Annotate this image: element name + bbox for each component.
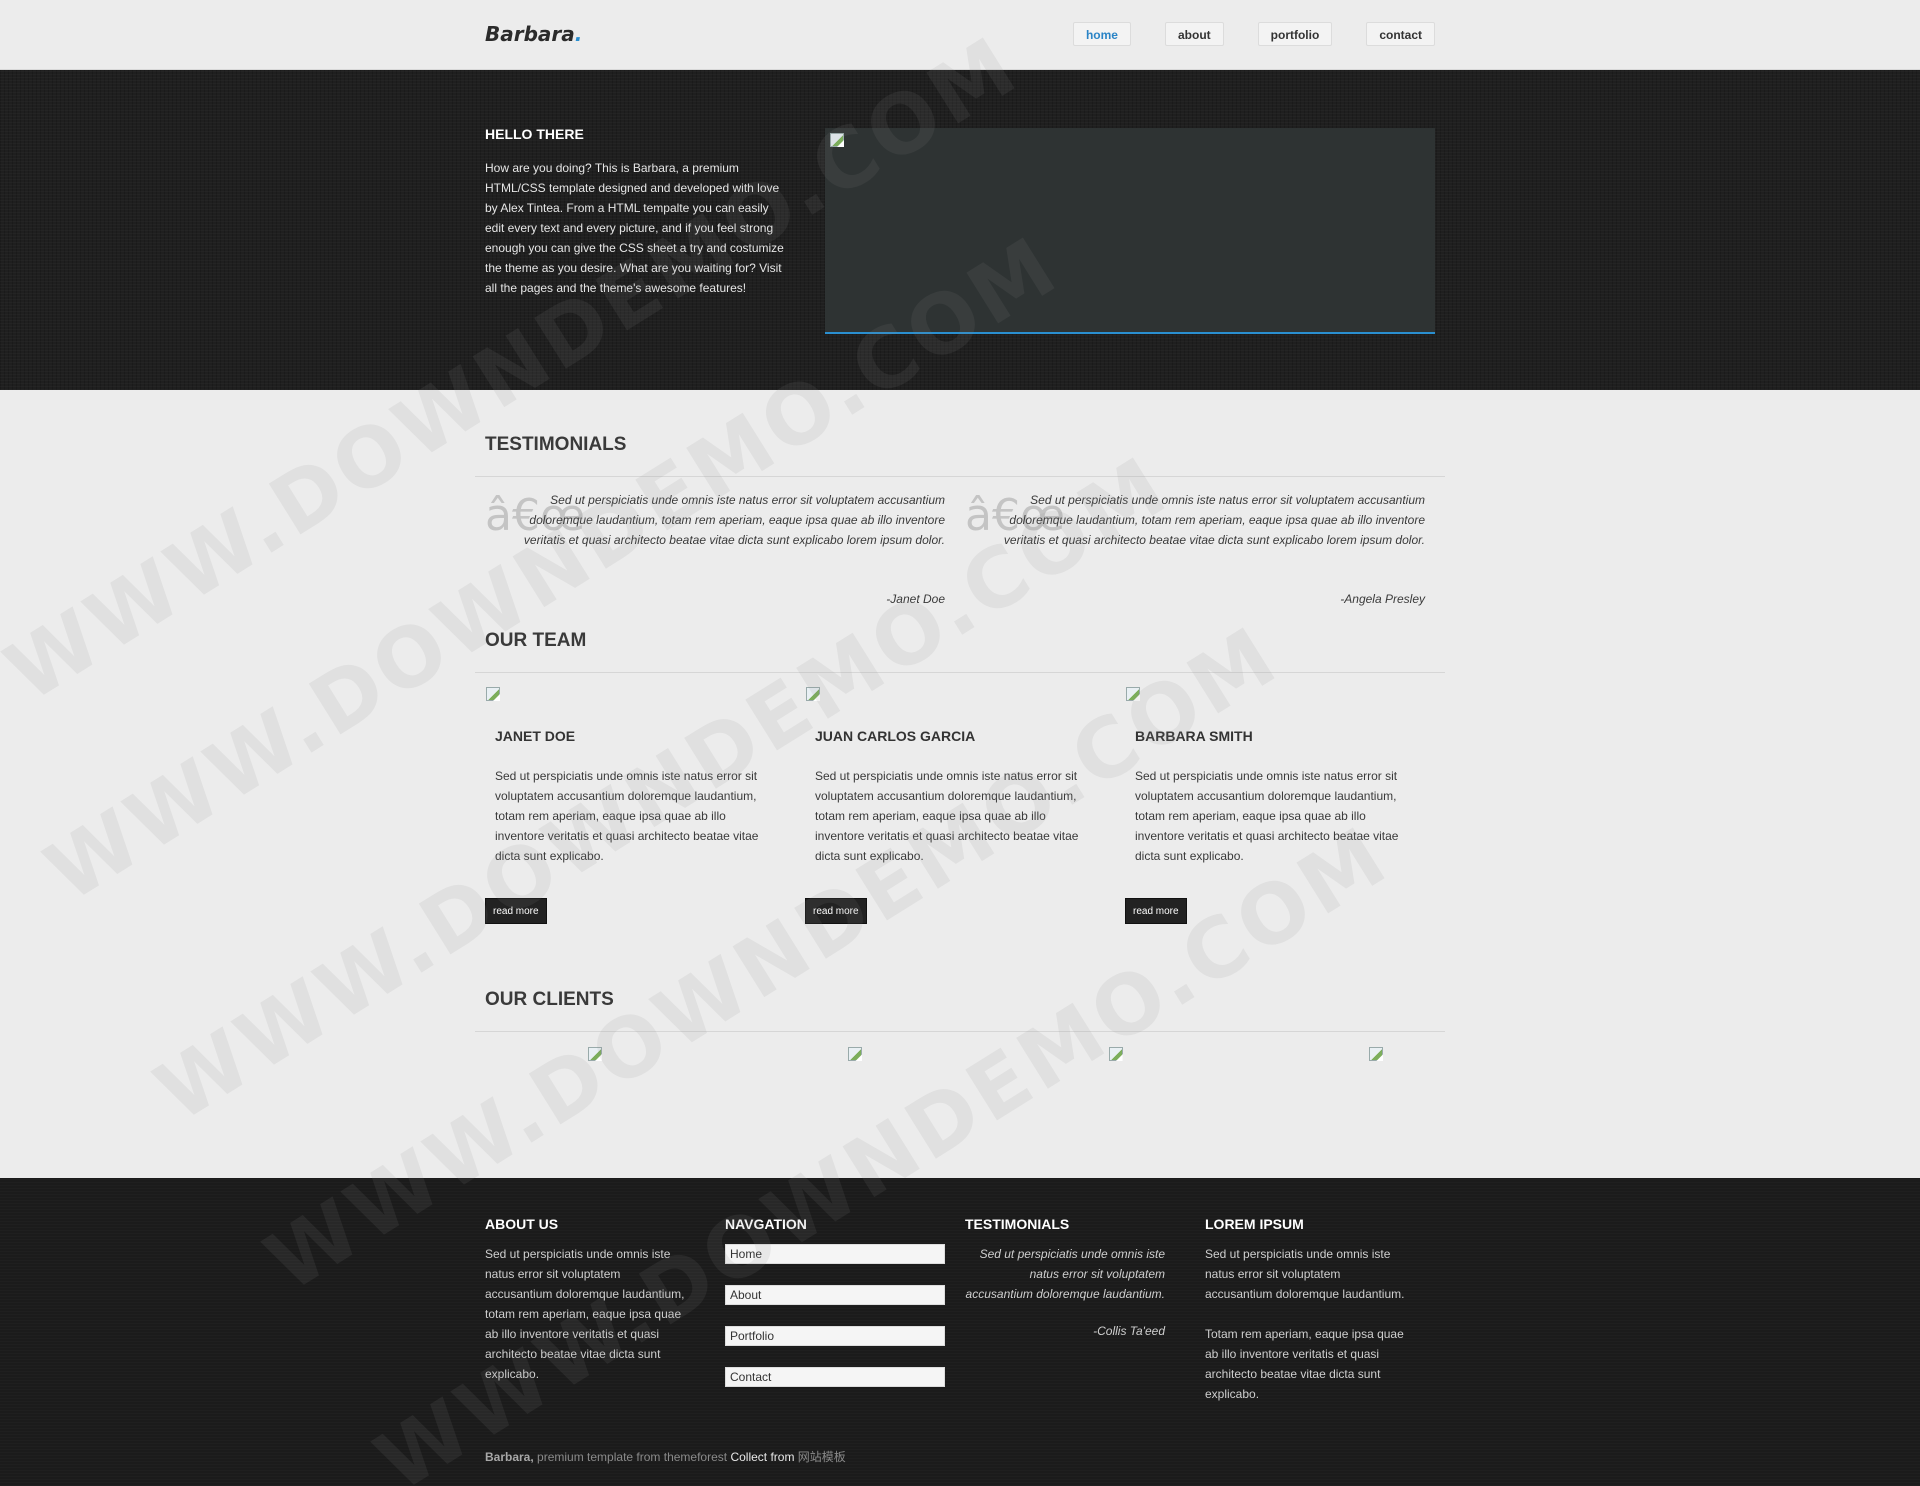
member-name: JUAN CARLOS GARCIA [815,728,976,744]
client-logo-icon[interactable] [1108,1046,1124,1062]
footer-lorem: LOREM IPSUM Sed ut perspiciatis unde omn… [1205,1216,1405,1404]
client-logo-icon[interactable] [587,1046,603,1062]
member-bio: Sed ut perspiciatis unde omnis iste natu… [495,769,759,863]
footer-testimonials: TESTIMONIALS Sed ut perspiciatis unde om… [965,1216,1165,1338]
member-photo-icon [485,686,501,702]
member-name: JANET DOE [495,728,576,744]
read-more-button[interactable]: read more [1125,898,1187,924]
testimonial-quote: Sed ut perspiciatis unde omnis iste natu… [1003,493,1425,547]
footer-link-home[interactable]: Home [725,1244,945,1264]
nav-contact[interactable]: contact [1366,22,1435,46]
hero-section: HELLO THERE How are you doing? This is B… [0,70,1920,390]
copyright-text: premium template from themeforest [533,1450,731,1464]
copyright-brand: Barbara, [485,1450,534,1464]
footer-nav-title: NAVGATION [725,1216,807,1232]
copyright: Barbara, premium template from themefore… [485,1448,846,1465]
testimonials-title: TESTIMONIALS [485,434,627,455]
footer-testimonial-author: -Collis Ta'eed [1093,1324,1165,1338]
footer-link-about[interactable]: About [725,1285,945,1305]
footer-testimonials-title: TESTIMONIALS [965,1216,1070,1232]
testimonial-author: -Janet Doe [886,592,945,606]
main-content: TESTIMONIALS â€œ Sed ut perspiciatis und… [475,390,1445,1178]
team-title: OUR TEAM [485,630,587,651]
main-nav: home about portfolio contact [1039,22,1435,46]
member-name: BARBARA SMITH [1135,728,1253,744]
clients-title: OUR CLIENTS [485,989,614,1010]
footer-link-contact[interactable]: Contact [725,1367,945,1387]
footer-about: ABOUT US Sed ut perspiciatis unde omnis … [485,1216,685,1384]
divider [475,476,1445,477]
read-more-button[interactable]: read more [485,898,547,924]
member-bio: Sed ut perspiciatis unde omnis iste natu… [815,769,1079,863]
footer-testimonial-quote: Sed ut perspiciatis unde omnis iste natu… [965,1247,1165,1301]
logo[interactable]: Barbara. [485,22,582,46]
footer-navigation: NAVGATION Home About Portfolio Contact [725,1216,945,1408]
member-photo-icon [1125,686,1141,702]
footer-lorem-text: Totam rem aperiam, eaque ipsa quae ab il… [1205,1327,1404,1401]
footer-lorem-text: Sed ut perspiciatis unde omnis iste natu… [1205,1247,1405,1301]
divider [475,1031,1445,1032]
nav-about[interactable]: about [1164,22,1224,46]
divider [475,672,1445,673]
site-link[interactable]: 网站模板 [794,1450,846,1464]
testimonial-quote: Sed ut perspiciatis unde omnis iste natu… [523,493,945,547]
nav-portfolio[interactable]: portfolio [1257,22,1333,46]
nav-home[interactable]: home [1072,22,1131,46]
footer-lorem-title: LOREM IPSUM [1205,1216,1304,1232]
broken-image-icon [829,132,845,148]
member-photo-icon [805,686,821,702]
collect-link[interactable]: Collect from [730,1450,794,1464]
client-logo-icon[interactable] [1368,1046,1384,1062]
client-logo-icon[interactable] [847,1046,863,1062]
hero-slider-image[interactable] [825,128,1435,334]
hero-title: HELLO THERE [485,126,584,142]
site-header: Barbara. home about portfolio contact [0,0,1920,70]
footer-link-portfolio[interactable]: Portfolio [725,1326,945,1346]
site-footer: ABOUT US Sed ut perspiciatis unde omnis … [0,1178,1920,1486]
testimonial-author: -Angela Presley [1340,592,1425,606]
hero-text: How are you doing? This is Barbara, a pr… [485,161,784,295]
footer-about-text: Sed ut perspiciatis unde omnis iste natu… [485,1247,685,1381]
read-more-button[interactable]: read more [805,898,867,924]
footer-about-title: ABOUT US [485,1216,559,1232]
member-bio: Sed ut perspiciatis unde omnis iste natu… [1135,769,1399,863]
